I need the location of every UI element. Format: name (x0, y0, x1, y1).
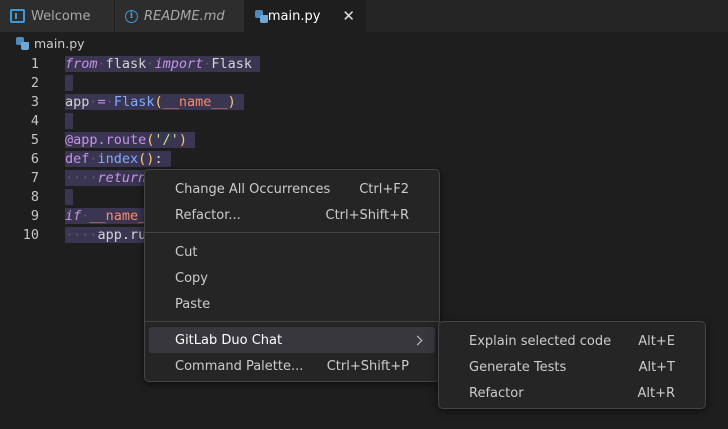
menu-separator (145, 232, 439, 233)
code-text (65, 112, 74, 129)
code-line: 4 (0, 111, 728, 130)
python-icon (255, 9, 268, 23)
menu-item-label: Command Palette... (175, 358, 304, 374)
menu-item-label: Copy (175, 270, 208, 286)
code-line: 3 app·=·Flask(__name__) (0, 92, 728, 111)
menu-item-label: Refactor (469, 385, 524, 401)
tab-readme[interactable]: i README.md (115, 0, 245, 32)
chevron-right-icon (412, 335, 423, 345)
close-icon[interactable]: ✕ (342, 7, 355, 25)
line-number: 2 (30, 74, 39, 91)
menu-separator (145, 321, 439, 322)
tab-label: Welcome (31, 8, 91, 24)
line-number: 7 (30, 169, 39, 186)
line-number: 9 (30, 207, 39, 224)
code-text (65, 188, 74, 205)
menu-item-refactor[interactable]: Refactor... Ctrl+Shift+R (149, 202, 435, 228)
menu-item-change-all-occurrences[interactable]: Change All Occurrences Ctrl+F2 (149, 176, 435, 202)
tab-label: README.md (144, 8, 225, 24)
menu-item-cut[interactable]: Cut (149, 239, 435, 265)
menu-item-shortcut: Ctrl+Shift+P (326, 358, 409, 374)
line-number: 4 (30, 112, 39, 129)
menu-item-label: Change All Occurrences (175, 181, 331, 197)
code-text: app·=·Flask(__name__) (65, 93, 244, 110)
menu-item-label: Generate Tests (469, 359, 567, 375)
line-number: 1 (30, 55, 39, 72)
tab-bar: Welcome i README.md main.py ✕ (0, 0, 728, 32)
submenu-item-explain-code[interactable]: Explain selected code Alt+E (443, 328, 701, 354)
code-text: def·index(): (65, 150, 171, 167)
menu-item-label: Cut (175, 244, 198, 260)
code-text (65, 74, 74, 91)
code-text: from·flask·import·Flask (65, 55, 261, 72)
menu-item-label: Explain selected code (469, 333, 612, 349)
line-number: 6 (30, 150, 39, 167)
code-line: 6 def·index(): (0, 149, 728, 168)
submenu-item-generate-tests[interactable]: Generate Tests Alt+T (443, 354, 701, 380)
menu-item-shortcut: Alt+E (638, 333, 675, 349)
menu-item-command-palette[interactable]: Command Palette... Ctrl+Shift+P (149, 353, 435, 379)
menu-item-shortcut: Ctrl+Shift+R (325, 207, 410, 223)
code-text: @app.route('/') (65, 131, 196, 148)
menu-item-label: Paste (175, 296, 211, 312)
context-menu: Change All Occurrences Ctrl+F2 Refactor.… (144, 169, 440, 382)
python-icon (16, 36, 29, 50)
menu-item-shortcut: Ctrl+F2 (359, 181, 409, 197)
line-number: 8 (30, 188, 39, 205)
tab-welcome[interactable]: Welcome (0, 0, 115, 32)
tab-bar-empty (366, 0, 728, 32)
code-line: 2 (0, 73, 728, 92)
gitlab-duo-submenu: Explain selected code Alt+E Generate Tes… (438, 321, 706, 409)
tab-main-py[interactable]: main.py ✕ (245, 0, 366, 32)
menu-item-shortcut: Alt+T (638, 359, 675, 375)
menu-item-copy[interactable]: Copy (149, 265, 435, 291)
breadcrumb-file[interactable]: main.py (34, 36, 85, 51)
menu-item-paste[interactable]: Paste (149, 291, 435, 317)
tab-label: main.py (267, 8, 321, 24)
submenu-item-refactor[interactable]: Refactor Alt+R (443, 380, 701, 406)
info-icon: i (125, 9, 138, 23)
line-number: 5 (30, 131, 39, 148)
code-line: 5 @app.route('/') (0, 130, 728, 149)
menu-item-gitlab-duo-chat[interactable]: GitLab Duo Chat (149, 327, 435, 353)
menu-item-label: Refactor... (175, 207, 241, 223)
breadcrumb: main.py (0, 32, 728, 54)
menu-item-shortcut: Alt+R (637, 385, 675, 401)
line-number: 3 (30, 93, 39, 110)
code-line: 1 from·flask·import·Flask (0, 54, 728, 73)
vscode-icon (10, 9, 25, 23)
line-number: 10 (22, 226, 39, 243)
menu-item-label: GitLab Duo Chat (175, 332, 283, 348)
